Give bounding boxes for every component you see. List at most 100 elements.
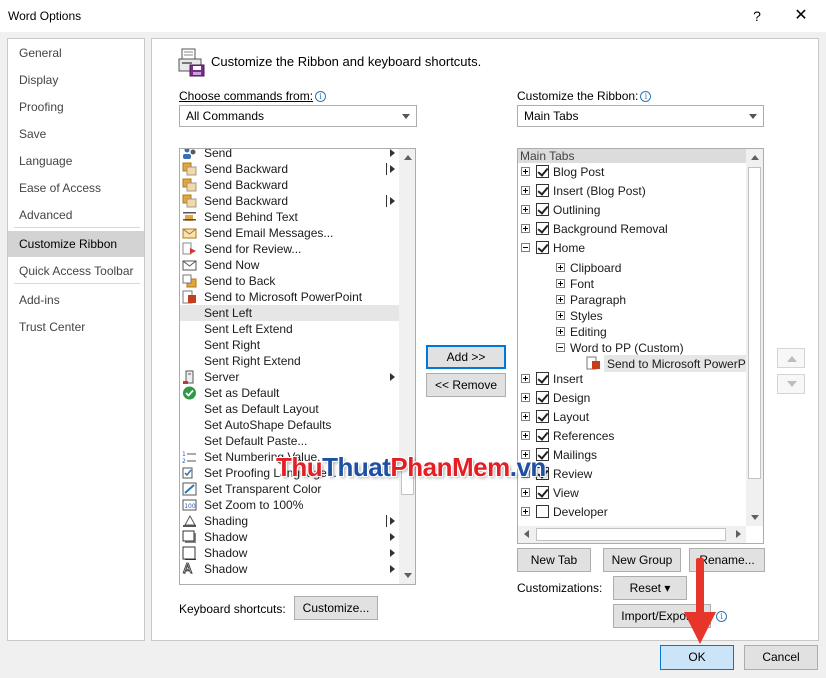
tab-checkbox[interactable] [536, 486, 549, 499]
tree-item[interactable]: Home [518, 239, 746, 258]
expand-icon[interactable] [521, 224, 530, 233]
tree-item[interactable]: References [518, 427, 746, 446]
command-item[interactable]: A A Shadow [180, 561, 400, 577]
tab-checkbox[interactable] [536, 241, 549, 254]
tree-item[interactable]: Layout [518, 408, 746, 427]
expand-icon[interactable] [556, 295, 565, 304]
command-item[interactable]: Send for Review... [180, 241, 400, 257]
expand-icon[interactable] [556, 263, 565, 272]
command-item[interactable]: Shading [180, 513, 400, 529]
command-item[interactable]: Send Email Messages... [180, 225, 400, 241]
cancel-button[interactable]: Cancel [744, 645, 818, 670]
command-item[interactable]: Send [180, 149, 400, 161]
info-icon[interactable]: i [315, 91, 327, 102]
expand-icon[interactable] [521, 393, 530, 402]
tab-checkbox[interactable] [536, 203, 549, 216]
expand-icon[interactable] [556, 311, 565, 320]
command-item[interactable]: Send Backward [180, 193, 400, 209]
tree-item[interactable]: Insert (Blog Post) [518, 182, 746, 201]
tab-checkbox[interactable] [536, 429, 549, 442]
new-tab-button[interactable]: New Tab [517, 548, 591, 572]
scroll-down-button[interactable] [746, 509, 763, 526]
help-button[interactable]: ? [742, 4, 772, 28]
command-item[interactable]: Server [180, 369, 400, 385]
expand-icon[interactable] [521, 507, 530, 516]
info-icon[interactable]: i [640, 91, 652, 102]
tree-item[interactable]: View [518, 484, 746, 503]
command-item[interactable]: Set as Default Layout [180, 401, 400, 417]
expand-icon[interactable] [521, 412, 530, 421]
nav-item-quick-access-toolbar[interactable]: Quick Access Toolbar [8, 258, 144, 284]
collapse-icon[interactable] [556, 343, 565, 352]
command-item[interactable]: Sent Left [180, 305, 400, 321]
commands-dropdown[interactable]: All Commands [179, 105, 417, 127]
command-item[interactable]: Send to Back [180, 273, 400, 289]
remove-button[interactable]: << Remove [426, 373, 506, 397]
nav-item-advanced[interactable]: Advanced [8, 202, 144, 228]
tree-item[interactable]: Background Removal [518, 220, 746, 239]
customize-shortcuts-button[interactable]: Customize... [294, 596, 378, 620]
command-item[interactable]: Sent Left Extend [180, 321, 400, 337]
command-item[interactable]: Sent Right Extend [180, 353, 400, 369]
ok-button[interactable]: OK [660, 645, 734, 670]
command-item[interactable]: Set as Default [180, 385, 400, 401]
tree-item[interactable]: Review [518, 465, 746, 484]
tree-item[interactable]: Outlining [518, 201, 746, 220]
tree-item[interactable]: Insert [518, 370, 746, 389]
command-item[interactable]: Send Backward [180, 161, 400, 177]
scroll-thumb[interactable] [536, 528, 726, 541]
command-item[interactable]: Set Default Paste... [180, 433, 400, 449]
command-item[interactable]: Set AutoShape Defaults [180, 417, 400, 433]
expand-icon[interactable] [556, 279, 565, 288]
collapse-icon[interactable] [521, 243, 530, 252]
command-item[interactable]: Send Backward [180, 177, 400, 193]
tab-checkbox[interactable] [536, 184, 549, 197]
nav-item-language[interactable]: Language [8, 148, 144, 174]
scroll-left-button[interactable] [518, 526, 535, 543]
nav-item-save[interactable]: Save [8, 121, 144, 147]
nav-item-add-ins[interactable]: Add-ins [8, 287, 144, 313]
tree-item[interactable]: Developer [518, 503, 746, 522]
nav-item-general[interactable]: General [8, 40, 144, 66]
scroll-up-button[interactable] [399, 149, 415, 166]
move-down-button[interactable] [777, 374, 805, 394]
scroll-right-button[interactable] [729, 526, 746, 543]
command-item[interactable]: Send to Microsoft PowerPoint [180, 289, 400, 305]
nav-item-ease-of-access[interactable]: Ease of Access [8, 175, 144, 201]
expand-icon[interactable] [521, 167, 530, 176]
tree-item[interactable]: Mailings [518, 446, 746, 465]
expand-icon[interactable] [521, 186, 530, 195]
command-item[interactable]: Set Transparent Color [180, 481, 400, 497]
tab-checkbox[interactable] [536, 505, 549, 518]
nav-item-proofing[interactable]: Proofing [8, 94, 144, 120]
command-item[interactable]: 100 Set Zoom to 100% [180, 497, 400, 513]
tree-item[interactable]: Design [518, 389, 746, 408]
tree-hscrollbar[interactable] [518, 526, 746, 543]
expand-icon[interactable] [521, 205, 530, 214]
scroll-up-button[interactable] [746, 149, 763, 166]
scroll-thumb[interactable] [748, 167, 761, 479]
tab-checkbox[interactable] [536, 222, 549, 235]
scroll-down-button[interactable] [399, 567, 415, 584]
commands-scrollbar[interactable] [399, 149, 415, 584]
command-item[interactable]: Shadow [180, 529, 400, 545]
move-up-button[interactable] [777, 348, 805, 368]
command-item[interactable]: Shadow [180, 545, 400, 561]
reset-button[interactable]: Reset ▾ [613, 576, 687, 600]
tree-item[interactable]: Blog Post [518, 163, 746, 182]
expand-icon[interactable] [521, 488, 530, 497]
tab-checkbox[interactable] [536, 165, 549, 178]
tab-checkbox[interactable] [536, 410, 549, 423]
expand-icon[interactable] [556, 327, 565, 336]
tab-checkbox[interactable] [536, 391, 549, 404]
command-item[interactable]: Sent Right [180, 337, 400, 353]
tree-vscrollbar[interactable] [746, 149, 763, 526]
nav-item-display[interactable]: Display [8, 67, 144, 93]
ribbon-tree[interactable]: Main Tabs Blog Post Insert (Blog Post) Out… [517, 148, 764, 544]
expand-icon[interactable] [521, 431, 530, 440]
nav-item-customize-ribbon[interactable]: Customize Ribbon [8, 231, 144, 257]
tab-checkbox[interactable] [536, 372, 549, 385]
nav-item-trust-center[interactable]: Trust Center [8, 314, 144, 340]
close-button[interactable]: ✕ [786, 4, 816, 28]
add-button[interactable]: Add >> [426, 345, 506, 369]
